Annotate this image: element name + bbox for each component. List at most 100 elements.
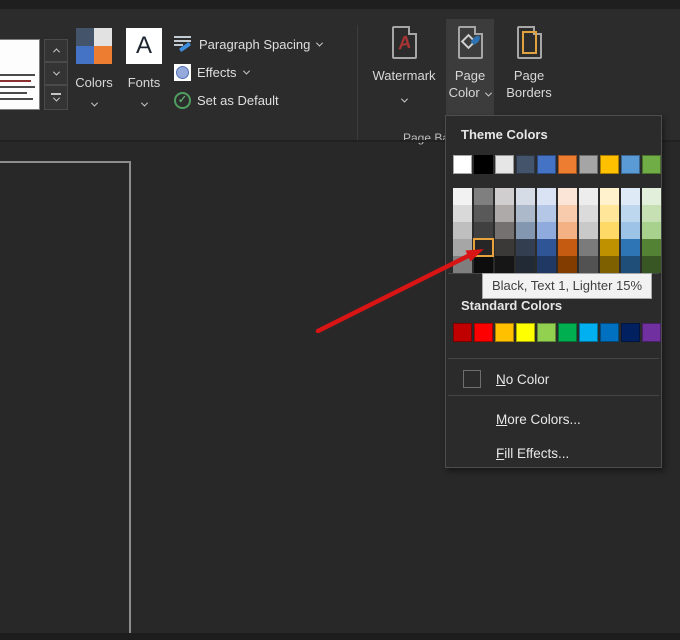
color-variant-swatch[interactable]	[453, 222, 472, 239]
no-color-swatch	[463, 370, 481, 388]
paragraph-spacing-button[interactable]: Paragraph Spacing	[174, 36, 322, 52]
page-color-label-1: Page	[455, 67, 485, 84]
color-variant-swatch[interactable]	[495, 188, 514, 205]
color-variant-swatch[interactable]	[558, 222, 577, 239]
gallery-more-button[interactable]	[44, 85, 68, 110]
color-variant-swatch[interactable]	[537, 188, 556, 205]
color-variant-swatch[interactable]	[600, 239, 619, 256]
color-swatch[interactable]	[558, 323, 577, 342]
color-swatch[interactable]	[600, 323, 619, 342]
color-variant-swatch[interactable]	[600, 188, 619, 205]
color-variant-swatch[interactable]	[453, 205, 472, 222]
color-swatch[interactable]	[600, 155, 619, 174]
color-variant-swatch[interactable]	[642, 188, 661, 205]
color-variant-swatch[interactable]	[537, 205, 556, 222]
color-swatch[interactable]	[537, 155, 556, 174]
color-variant-swatch[interactable]	[516, 205, 535, 222]
color-variant-swatch[interactable]	[558, 256, 577, 273]
no-color-item[interactable]: No Color	[446, 364, 661, 394]
color-variant-swatch[interactable]	[642, 205, 661, 222]
color-variant-swatch[interactable]	[579, 205, 598, 222]
chevron-down-icon	[90, 100, 97, 107]
color-swatch[interactable]	[474, 155, 493, 174]
color-variant-swatch[interactable]	[516, 239, 535, 256]
color-swatch[interactable]	[621, 323, 640, 342]
page-borders-icon	[517, 26, 542, 59]
color-variant-swatch[interactable]	[537, 222, 556, 239]
color-swatch[interactable]	[474, 323, 493, 342]
document-page-right-edge	[129, 161, 131, 634]
color-variant-swatch[interactable]	[516, 222, 535, 239]
set-as-default-button[interactable]: ✓ Set as Default	[174, 92, 279, 109]
color-swatch[interactable]	[621, 155, 640, 174]
watermark-button[interactable]: A Watermark	[366, 26, 442, 98]
color-variant-swatch[interactable]	[453, 239, 472, 256]
color-variant-swatch[interactable]	[516, 188, 535, 205]
color-variant-swatch[interactable]	[621, 239, 640, 256]
chevron-down-icon	[400, 96, 407, 103]
theme-colors-icon	[76, 28, 112, 64]
page-color-button[interactable]: Page Color	[446, 19, 494, 125]
color-variant-swatch[interactable]	[621, 205, 640, 222]
color-variant-swatch[interactable]	[537, 239, 556, 256]
color-variant-swatch[interactable]	[621, 256, 640, 273]
color-variant-swatch[interactable]	[474, 256, 493, 273]
color-variant-swatch[interactable]	[453, 256, 472, 273]
color-variant-swatch[interactable]	[495, 205, 514, 222]
theme-colors-row	[453, 155, 661, 174]
color-variant-swatch[interactable]	[495, 222, 514, 239]
color-variant-swatch[interactable]	[600, 222, 619, 239]
color-swatch[interactable]	[558, 155, 577, 174]
color-variant-swatch[interactable]	[579, 188, 598, 205]
gallery-scroll-up-button[interactable]	[44, 39, 68, 62]
color-variant-swatch[interactable]	[558, 188, 577, 205]
color-swatch[interactable]	[495, 155, 514, 174]
color-variant-swatch[interactable]	[474, 222, 493, 239]
color-variant-swatch[interactable]	[621, 188, 640, 205]
color-swatch[interactable]	[453, 155, 472, 174]
separator	[448, 395, 659, 396]
selected-color-swatch[interactable]	[474, 239, 493, 256]
watermark-label: Watermark	[372, 67, 435, 84]
fill-effects-item[interactable]: Fill Effects...	[446, 438, 661, 468]
color-variant-swatch[interactable]	[516, 256, 535, 273]
color-swatch[interactable]	[642, 323, 661, 342]
color-variant-swatch[interactable]	[558, 205, 577, 222]
fonts-button[interactable]: A Fonts	[121, 28, 167, 102]
color-swatch[interactable]	[516, 155, 535, 174]
effects-icon	[174, 64, 191, 81]
color-variant-swatch[interactable]	[495, 256, 514, 273]
color-swatch[interactable]	[453, 323, 472, 342]
color-swatch[interactable]	[579, 323, 598, 342]
color-swatch[interactable]	[579, 155, 598, 174]
color-swatch[interactable]	[495, 323, 514, 342]
color-swatch[interactable]	[642, 155, 661, 174]
color-variant-swatch[interactable]	[474, 205, 493, 222]
colors-button[interactable]: Colors	[70, 28, 118, 102]
color-variant-swatch[interactable]	[642, 222, 661, 239]
color-variant-swatch[interactable]	[579, 256, 598, 273]
color-swatch[interactable]	[537, 323, 556, 342]
chevron-down-icon	[316, 39, 323, 46]
color-variant-swatch[interactable]	[579, 222, 598, 239]
color-variant-swatch[interactable]	[453, 188, 472, 205]
color-variant-swatch[interactable]	[537, 256, 556, 273]
ribbon-group-separator	[357, 25, 358, 142]
standard-colors-header: Standard Colors	[461, 298, 562, 313]
color-variant-swatch[interactable]	[600, 256, 619, 273]
page-borders-button[interactable]: Page Borders	[497, 26, 561, 101]
color-variant-swatch[interactable]	[579, 239, 598, 256]
color-swatch[interactable]	[516, 323, 535, 342]
style-set-thumbnail[interactable]	[0, 39, 40, 110]
more-colors-item[interactable]: More Colors...	[446, 404, 661, 434]
color-variant-swatch[interactable]	[558, 239, 577, 256]
color-variant-swatch[interactable]	[495, 239, 514, 256]
effects-button[interactable]: Effects	[174, 64, 249, 81]
color-variant-swatch[interactable]	[642, 256, 661, 273]
paragraph-spacing-label: Paragraph Spacing	[199, 37, 310, 52]
color-variant-swatch[interactable]	[642, 239, 661, 256]
color-variant-swatch[interactable]	[474, 188, 493, 205]
color-variant-swatch[interactable]	[600, 205, 619, 222]
color-variant-swatch[interactable]	[621, 222, 640, 239]
gallery-scroll-down-button[interactable]	[44, 62, 68, 85]
